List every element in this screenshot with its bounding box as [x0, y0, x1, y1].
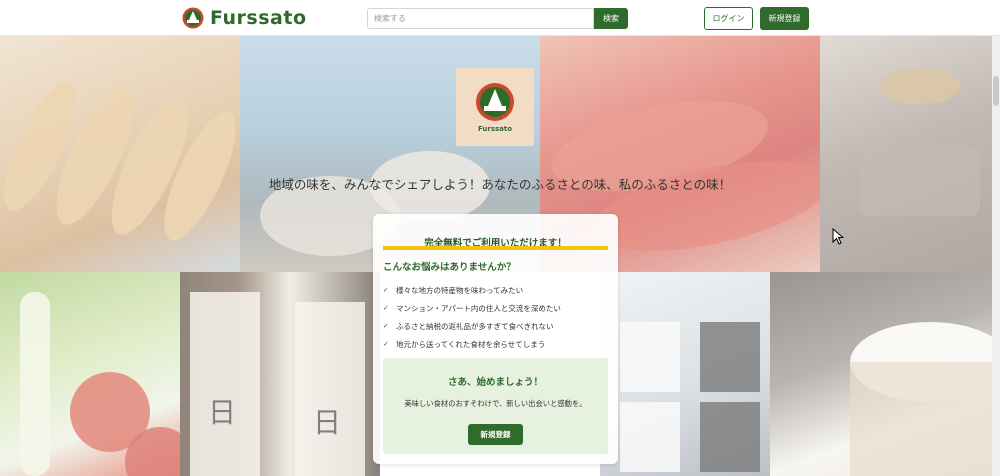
page-scrollbar[interactable] — [992, 36, 1000, 476]
cta-description: 美味しい食材のおすそわけで、新しい出会いと感動を。 — [404, 399, 587, 408]
check-icon: ✓ — [383, 322, 389, 330]
worries-heading: こんなお悩みはありませんか？ — [383, 262, 516, 273]
worries-list: ✓ 様々な地方の特産物を味わってみたい ✓ マンション・アパート内の住人と交流を… — [383, 281, 561, 353]
hero-tagline: 地域の味を、みんなでシェアしよう！あなたのふるさとの味、私のふるさとの味！ — [268, 177, 732, 192]
list-item: ✓ 様々な地方の特産物を味わってみたい — [383, 281, 561, 299]
call-to-action-box: さあ、始めましょう！ 美味しい食材のおすそわけで、新しい出会いと感動を。 新規登… — [383, 358, 608, 454]
mouse-cursor-icon — [832, 228, 844, 245]
site-logo-text: Furssato — [210, 7, 307, 29]
cta-signup-button[interactable]: 新規登録 — [468, 424, 523, 445]
cta-title: さあ、始めましょう！ — [447, 377, 543, 388]
site-logo[interactable]: Furssato — [182, 6, 307, 30]
top-nav-bar: Furssato 検索 ログイン 新規登録 — [0, 0, 1000, 36]
list-item-text: マンション・アパート内の住人と交流を深めたい — [396, 303, 561, 313]
signup-button[interactable]: 新規登録 — [760, 7, 809, 30]
check-icon: ✓ — [383, 304, 389, 312]
search-input[interactable] — [367, 8, 594, 29]
list-item: ✓ マンション・アパート内の住人と交流を深めたい — [383, 299, 561, 317]
intro-card: 完全無料でご利用いただけます！ こんなお悩みはありませんか？ ✓ 様々な地方の特… — [373, 214, 618, 464]
list-item-text: ふるさと納税の返礼品が多すぎて食べきれない — [396, 321, 554, 331]
furssato-logo-icon — [476, 82, 514, 121]
list-item-text: 地元から送ってくれた食材を余らせてしまう — [396, 339, 546, 349]
list-item: ✓ ふるさと納税の返礼品が多すぎて食べきれない — [383, 317, 561, 335]
scrollbar-thumb[interactable] — [993, 76, 999, 106]
login-button[interactable]: ログイン — [704, 7, 753, 30]
list-item-text: 様々な地方の特産物を味わってみたい — [396, 285, 524, 295]
check-icon: ✓ — [383, 340, 389, 348]
list-item: ✓ 地元から送ってくれた食材を余らせてしまう — [383, 335, 561, 353]
hero-logo-text: Furssato — [477, 124, 513, 133]
furssato-logo-icon — [182, 7, 204, 29]
check-icon: ✓ — [383, 286, 389, 294]
highlight-underline — [383, 246, 608, 250]
search-button[interactable]: 検索 — [594, 8, 628, 29]
hero-logo: Furssato — [456, 68, 534, 146]
